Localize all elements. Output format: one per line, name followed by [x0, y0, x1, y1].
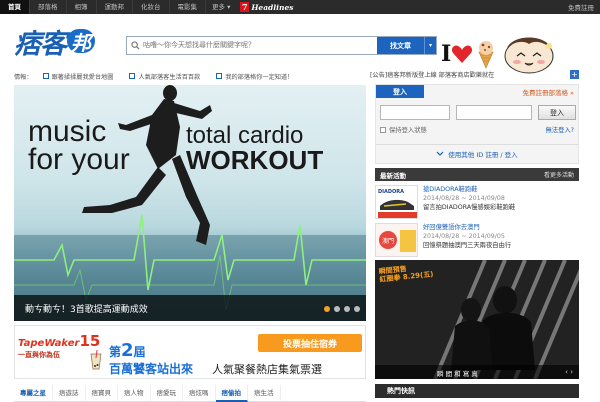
bullet-icon: [42, 73, 49, 79]
activity-date: 2014/08/28 ~ 2014/09/05: [423, 233, 505, 240]
expand-plus-icon[interactable]: +: [570, 70, 579, 79]
nav-home[interactable]: 首頁: [0, 0, 30, 14]
password-field[interactable]: [456, 105, 532, 120]
tab-star[interactable]: 專屬之星: [14, 385, 53, 402]
mascot-banner[interactable]: I: [441, 34, 555, 74]
site-logo[interactable]: 痞客 邦: [14, 23, 95, 60]
banner-title: 百萬饕客站出來: [109, 362, 194, 376]
hero-text-workout: WORKOUT: [186, 145, 324, 175]
hero-caption-text: 動ㄘ動ㄘ！3首歌提高運動成效: [25, 304, 148, 315]
banner-subtitle: 人氣聚餐熱店集氣票選: [212, 363, 322, 376]
tab-travel[interactable]: 痞遊誌: [53, 385, 86, 402]
free-register-link[interactable]: 免費註冊部落格 »: [522, 87, 574, 97]
remember-me[interactable]: 保持登入狀態: [380, 125, 427, 134]
tab-baby[interactable]: 痞寶貝: [86, 385, 118, 402]
headlines-label: Headlines: [251, 2, 294, 12]
nav-makeup[interactable]: 化妝台: [133, 0, 170, 14]
announcement-link[interactable]: [公告]痞客邦新版登上線 部落客商店歡樂就在: [370, 70, 570, 82]
search-icon: [127, 37, 143, 54]
login-tab[interactable]: 登入: [376, 85, 424, 98]
headlines-link[interactable]: 7 Headlines: [236, 0, 297, 14]
login-panel: 登入 免費註冊部落格 » 登入 保持登入狀態 無法登入? 使用其他 ID 註冊 …: [375, 84, 579, 164]
hero-carousel[interactable]: music for your total cardio WORKOUT 動ㄘ動ㄘ…: [14, 85, 366, 321]
checkbox[interactable]: [380, 126, 386, 133]
promo-banner[interactable]: TapeWaker15 一直與你為伍 第2屆 百萬饕客站出來 人氣聚餐熱店集氣票…: [14, 325, 366, 379]
ticker-item[interactable]: 跟著揉揉麗我愛台地圖: [42, 72, 113, 81]
ticker-item[interactable]: 我的部落格你一定知道！: [216, 72, 293, 81]
search-button[interactable]: 找文章: [377, 37, 424, 54]
other-id-login[interactable]: 使用其他 ID 註冊 / 登入: [376, 144, 578, 162]
vote-button[interactable]: 投票抽住宿券: [258, 334, 362, 352]
login-submit-button[interactable]: 登入: [538, 105, 576, 120]
search-input[interactable]: [143, 37, 377, 54]
activity-thumbnail: 澳門: [375, 223, 418, 257]
activities-header: 最新活動 看更多活動: [375, 168, 579, 181]
tab-candid[interactable]: 痞偷拍: [215, 385, 248, 402]
hot-news-title: 熱門快訊: [387, 387, 415, 395]
seven-logo: 7: [240, 2, 250, 12]
bullet-icon: [216, 73, 223, 79]
photo-caption-bar: 瞬 間 和 寫 真: [375, 365, 579, 379]
logo-text: 痞客: [14, 28, 67, 60]
carousel-dot[interactable]: [344, 306, 350, 312]
activities-title: 最新活動: [380, 171, 406, 180]
nav-more[interactable]: 更多 ▾: [206, 0, 236, 14]
tab-show[interactable]: 痞炫嗎: [183, 385, 216, 402]
search-type-dropdown[interactable]: ▾: [424, 37, 436, 54]
ticker-item[interactable]: 人氣部落客生活百百款: [129, 72, 200, 81]
activity-date: 2014/08/28 ~ 2014/09/08: [423, 195, 505, 202]
svg-text:DIADORA: DIADORA: [378, 189, 404, 195]
tab-fun[interactable]: 痞愛玩: [151, 385, 183, 402]
edition-label: 第2屆: [109, 340, 146, 361]
search-bar: 找文章 ▾: [126, 36, 437, 55]
activity-thumbnail: DIADORA: [375, 185, 418, 219]
activity-desc: 回憶祭題抽澳門三天兩夜自由行: [423, 242, 512, 249]
svg-text:澳門: 澳門: [382, 237, 394, 245]
nav-movie[interactable]: 電影集: [170, 0, 206, 14]
ice-cream-icon: [478, 41, 494, 69]
i-letter: I: [441, 41, 452, 67]
featured-photo[interactable]: 瞬間預售 紅圈拳 8.29(五) 瞬 間 和 寫 真 ‹ ›: [375, 260, 579, 379]
tab-life[interactable]: 痞生活: [248, 385, 281, 402]
hero-text-foryour: for your: [28, 143, 130, 176]
logo-bubble: 邦: [67, 29, 95, 55]
activity-item[interactable]: 澳門 好回億雙語你去澳門 2014/08/28 ~ 2014/09/05 回憶祭…: [375, 221, 579, 259]
bubble-tea-icon: [90, 350, 102, 370]
more-activities-link[interactable]: 看更多活動: [544, 170, 574, 179]
tapewaker-logo: TapeWaker15 一直與你為伍: [18, 332, 101, 359]
nav-blog[interactable]: 部落格: [30, 0, 67, 14]
nav-sports[interactable]: 運動邦: [97, 0, 133, 14]
activity-item[interactable]: DIADORA 搶DIADORA鞋跑鞋 2014/08/28 ~ 2014/09…: [375, 183, 579, 221]
photo-caption: 瞬 間 和 寫 真: [437, 370, 478, 378]
hot-news-header: 熱門快訊: [375, 384, 579, 398]
category-tabs: 專屬之星 痞遊誌 痞寶貝 痞人物 痞愛玩 痞炫嗎 痞偷拍 痞生活: [14, 385, 366, 402]
cannot-login-link[interactable]: 無法登入?: [545, 125, 574, 134]
carousel-dot[interactable]: [324, 306, 330, 312]
heart-icon: [452, 45, 473, 63]
tab-people[interactable]: 痞人物: [118, 385, 151, 402]
chevron-down-icon: [436, 151, 444, 156]
carousel-dot[interactable]: [354, 306, 360, 312]
hero-caption[interactable]: 動ㄘ動ㄘ！3首歌提高運動成效: [14, 295, 366, 321]
activity-title[interactable]: 好回億雙語你去澳門: [423, 223, 511, 232]
mascot-face-icon: [504, 37, 554, 74]
username-field[interactable]: [380, 105, 450, 120]
activity-desc: 留言拍DIADORA慢感娛彩鞋跑鞋: [423, 204, 516, 211]
activity-title[interactable]: 搶DIADORA鞋跑鞋: [423, 185, 515, 194]
carousel-dots: [320, 306, 360, 312]
top-nav: 首頁 部落格 相簿 運動邦 化妝台 電影集 更多 ▾ 7 Headlines 免…: [0, 0, 600, 14]
news-ticker: 情報： 跟著揉揉麗我愛台地圖 人氣部落客生活百百款 我的部落格你一定知道！: [14, 70, 369, 82]
nav-album[interactable]: 相簿: [67, 0, 97, 14]
ticker-label: 情報：: [14, 73, 33, 81]
photo-arrows[interactable]: ‹ ›: [565, 368, 573, 376]
carousel-dot[interactable]: [334, 306, 340, 312]
bullet-icon: [129, 73, 136, 79]
register-link[interactable]: 免費註冊: [568, 2, 600, 12]
